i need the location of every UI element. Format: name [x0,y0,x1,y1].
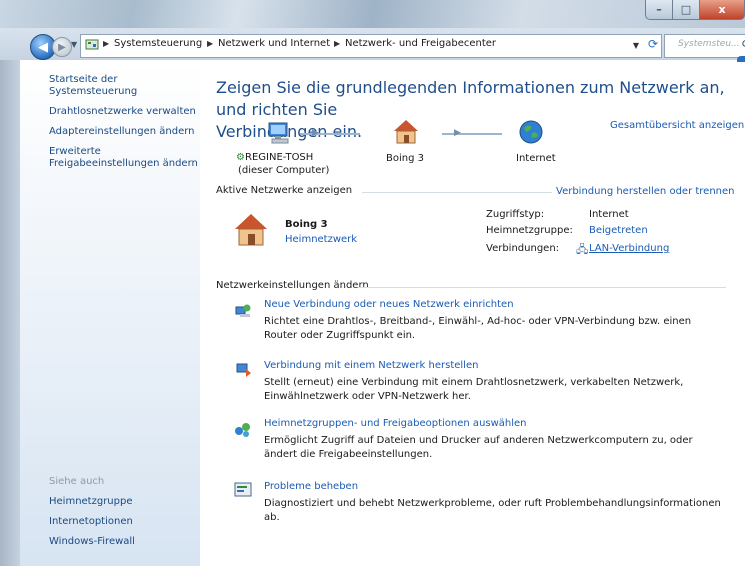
refresh-icon[interactable]: ⟳ [648,37,658,51]
task-homegroup-sharing-description: Ermöglicht Zugriff auf Dateien und Druck… [264,435,693,460]
internet-globe-icon [518,119,544,145]
computer-icon [267,122,293,146]
sidebar-link-advanced-sharing-line2[interactable]: Freigabeeinstellungen ändern [49,158,198,170]
window-left-edge [0,28,20,566]
task-troubleshoot-link[interactable]: Probleme beheben [264,481,358,492]
access-type-value: Internet [589,209,629,220]
window-controls: – □ x [645,0,745,20]
sidebar: Startseite der Systemsteuerung Drahtlosn… [20,62,200,566]
title-bar: – □ x [0,0,745,28]
control-panel-icon [85,38,99,52]
maximize-button[interactable]: □ [673,0,700,20]
connections-label: Verbindungen: [486,243,560,254]
node-network-label: Boing 3 [386,153,424,164]
home-network-large-icon [233,212,269,248]
close-button[interactable]: x [700,0,745,20]
task-connect-to-network-link[interactable]: Verbindung mit einem Netzwerk herstellen [264,360,478,371]
node-internet-label: Internet [516,153,556,164]
main-content: Zeigen Sie die grundlegenden Information… [200,62,745,566]
task-homegroup-sharing-link[interactable]: Heimnetzgruppen- und Freigabeoptionen au… [264,418,527,429]
homegroup-label: Heimnetzgruppe: [486,225,573,236]
connection-arrow-icon: ▶ [312,128,319,138]
active-networks-heading: Aktive Netzwerke anzeigen [216,185,353,196]
forward-button[interactable]: ▶ [52,37,72,57]
connect-disconnect-link[interactable]: Verbindung herstellen oder trennen [556,186,735,197]
sidebar-link-adapter-settings[interactable]: Adaptereinstellungen ändern [49,126,195,138]
task-new-connection-description: Richtet eine Drahtlos-, Breitband-, Einw… [264,316,692,341]
user-computer-icon: ⚙ [236,152,245,163]
page-title-line1: Zeigen Sie die grundlegenden Information… [216,78,725,119]
sidebar-link-homegroup[interactable]: Heimnetzgruppe [49,496,133,508]
troubleshoot-icon [234,481,252,499]
sidebar-link-advanced-sharing-line1[interactable]: Erweiterte [49,146,101,158]
search-box[interactable]: Systemsteu... ⚲ [664,34,745,58]
connect-to-network-icon [234,360,252,378]
see-also-heading: Siehe auch [49,476,105,487]
network-settings-heading: Netzwerkeinstellungen ändern [216,280,369,291]
lan-connection-link[interactable]: LAN-Verbindung [589,243,669,254]
sidebar-link-control-panel-home[interactable]: Startseite der Systemsteuerung [49,74,200,98]
recent-pages-dropdown-icon[interactable]: ▼ [71,40,77,49]
homegroup-joined-link[interactable]: Beigetreten [589,225,648,236]
network-type-link[interactable]: Heimnetzwerk [285,234,357,245]
node-computer-sublabel: (dieser Computer) [238,165,330,176]
address-dropdown-icon[interactable]: ▼ [633,41,639,50]
sidebar-link-windows-firewall[interactable]: Windows-Firewall [49,536,135,548]
sidebar-link-internet-options[interactable]: Internetoptionen [49,516,133,528]
connection-arrow-icon: ▶ [454,128,461,138]
task-connect-to-network-description: Stellt (erneut) eine Verbindung mit eine… [264,377,684,402]
ethernet-icon: 🖧 [576,243,589,256]
search-input[interactable]: Systemsteu... [678,39,740,49]
task-troubleshoot-description: Diagnostiziert und behebt Netzwerkproble… [264,498,721,523]
address-bar[interactable]: ▶ Systemsteuerung ▶ Netzwerk und Interne… [80,34,662,58]
active-network-name: Boing 3 [285,219,328,230]
network-sharing-center-window: – □ x ◀ ▶ ▼ ▶ Systemsteuerung ▶ Netzwerk… [0,0,745,566]
full-map-link[interactable]: Gesamtübersicht anzeigen [610,120,744,131]
breadcrumb-systemsteuerung[interactable]: Systemsteuerung [114,38,202,49]
section-divider [358,287,726,288]
node-computer-label: REGINE-TOSH [245,152,314,163]
breadcrumb-separator-icon[interactable]: ▶ [207,39,213,48]
breadcrumb-netzwerk-und-freigabecenter[interactable]: Netzwerk- und Freigabecenter [345,38,496,49]
new-connection-icon [234,302,252,320]
search-icon[interactable]: ⚲ [741,38,745,52]
homegroup-sharing-icon [234,420,252,438]
breadcrumb-separator-icon[interactable]: ▶ [103,39,109,48]
connection-line [442,133,502,135]
home-network-icon [392,119,420,145]
task-new-connection-link[interactable]: Neue Verbindung oder neues Netzwerk einr… [264,299,514,310]
access-type-label: Zugriffstyp: [486,209,545,220]
connection-line [300,133,360,135]
navigation-bar: ◀ ▶ ▼ ▶ Systemsteuerung ▶ Netzwerk und I… [0,28,745,60]
minimize-button[interactable]: – [645,0,673,20]
breadcrumb-separator-icon[interactable]: ▶ [334,39,340,48]
sidebar-link-manage-wireless[interactable]: Drahtlosnetzwerke verwalten [49,106,196,118]
breadcrumb-netzwerk-und-internet[interactable]: Netzwerk und Internet [218,38,330,49]
section-divider [362,192,552,193]
